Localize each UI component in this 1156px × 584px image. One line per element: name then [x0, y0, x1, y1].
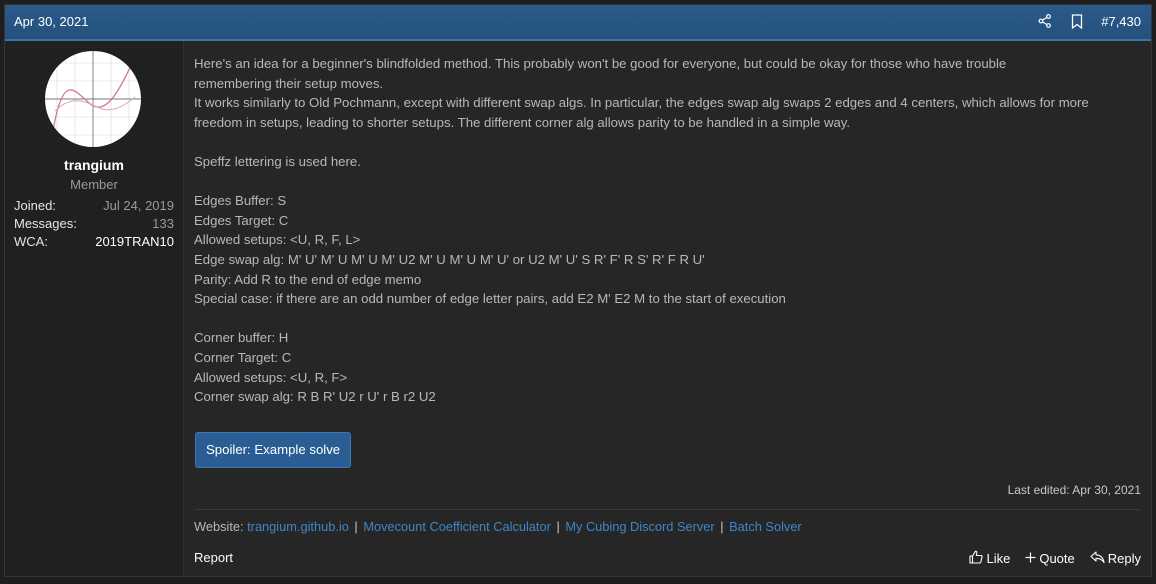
like-label: Like: [986, 551, 1011, 566]
spoiler-button[interactable]: Spoiler: Example solve: [195, 432, 352, 468]
message-line: Corner swap alg: R B R' U2 r U' r B r2 U…: [194, 389, 436, 405]
post-content: Here's an idea for a beginner's blindfol…: [194, 41, 1141, 576]
post-number-link[interactable]: #7,430: [1101, 14, 1141, 29]
post-header: Apr 30, 2021 #7,430: [5, 5, 1151, 41]
reply-label: Reply: [1107, 551, 1141, 566]
signature-link-batch-solver[interactable]: Batch Solver: [729, 519, 802, 534]
message-line: Corner buffer: H: [194, 330, 289, 346]
post-date[interactable]: Apr 30, 2021: [14, 14, 88, 29]
last-edited: Last edited: Apr 30, 2021: [1007, 483, 1141, 497]
message-line: freedom in setups, leading to shorter se…: [194, 114, 851, 130]
user-sidebar: trangium Member Joined: Jul 24, 2019 Mes…: [5, 41, 184, 576]
post: Apr 30, 2021 #7,430 trangium Member Join…: [4, 4, 1152, 577]
message-line: It works similarly to Old Pochmann, exce…: [194, 95, 1089, 111]
stat-value[interactable]: 2019TRAN10: [95, 233, 174, 251]
username[interactable]: trangium: [5, 157, 183, 173]
signature-link-movecount[interactable]: Movecount Coefficient Calculator: [363, 519, 551, 534]
thumbs-up-icon: [969, 550, 984, 567]
message-line: Corner Target: C: [194, 349, 292, 365]
reply-icon: [1090, 550, 1105, 567]
plus-icon: [1025, 551, 1036, 566]
message-line: Edges Buffer: S: [194, 193, 287, 209]
stat-value[interactable]: 133: [152, 215, 174, 233]
stat-label: WCA:: [14, 234, 48, 249]
like-button[interactable]: Like: [969, 550, 1010, 567]
message-line: Allowed setups: <U, R, F, L>: [194, 232, 361, 248]
user-stats: Joined: Jul 24, 2019 Messages: 133 WCA: …: [14, 197, 174, 251]
stat-wca: WCA: 2019TRAN10: [14, 233, 174, 251]
post-header-actions: #7,430: [1037, 13, 1141, 29]
signature-separator: |: [556, 519, 560, 534]
message-line: Edges Target: C: [194, 212, 289, 228]
user-title: Member: [70, 177, 118, 192]
quote-button[interactable]: Quote: [1025, 550, 1075, 567]
stat-label: Messages:: [14, 216, 77, 231]
signature: Website: trangium.github.io | Movecount …: [194, 509, 1141, 534]
message-line: remembering their setup moves.: [194, 75, 384, 91]
signature-link-website[interactable]: trangium.github.io: [247, 519, 349, 534]
post-actions: Like Quote Reply: [969, 550, 1141, 567]
stat-messages: Messages: 133: [14, 215, 174, 233]
bookmark-icon[interactable]: [1069, 13, 1085, 29]
avatar[interactable]: [45, 51, 141, 147]
quote-label: Quote: [1039, 551, 1075, 566]
message-body: Here's an idea for a beginner's blindfol…: [194, 54, 1141, 407]
message-line: Parity: Add R to the end of edge memo: [194, 271, 422, 287]
stat-joined: Joined: Jul 24, 2019: [14, 197, 174, 215]
share-icon[interactable]: [1037, 13, 1053, 29]
signature-prefix: Website:: [194, 519, 244, 534]
stat-label: Joined:: [14, 198, 56, 213]
signature-separator: |: [354, 519, 358, 534]
message-line: Speffz lettering is used here.: [194, 153, 361, 169]
message-line: Special case: if there are an odd number…: [194, 291, 786, 307]
message-line: Allowed setups: <U, R, F>: [194, 369, 348, 385]
stat-value: Jul 24, 2019: [103, 198, 174, 213]
message-line: Edge swap alg: M' U' M' U M' U M' U2 M' …: [194, 251, 705, 267]
signature-separator: |: [720, 519, 724, 534]
signature-link-discord[interactable]: My Cubing Discord Server: [565, 519, 714, 534]
report-link[interactable]: Report: [194, 550, 233, 565]
message-line: Here's an idea for a beginner's blindfol…: [194, 56, 1007, 71]
reply-button[interactable]: Reply: [1090, 550, 1141, 567]
